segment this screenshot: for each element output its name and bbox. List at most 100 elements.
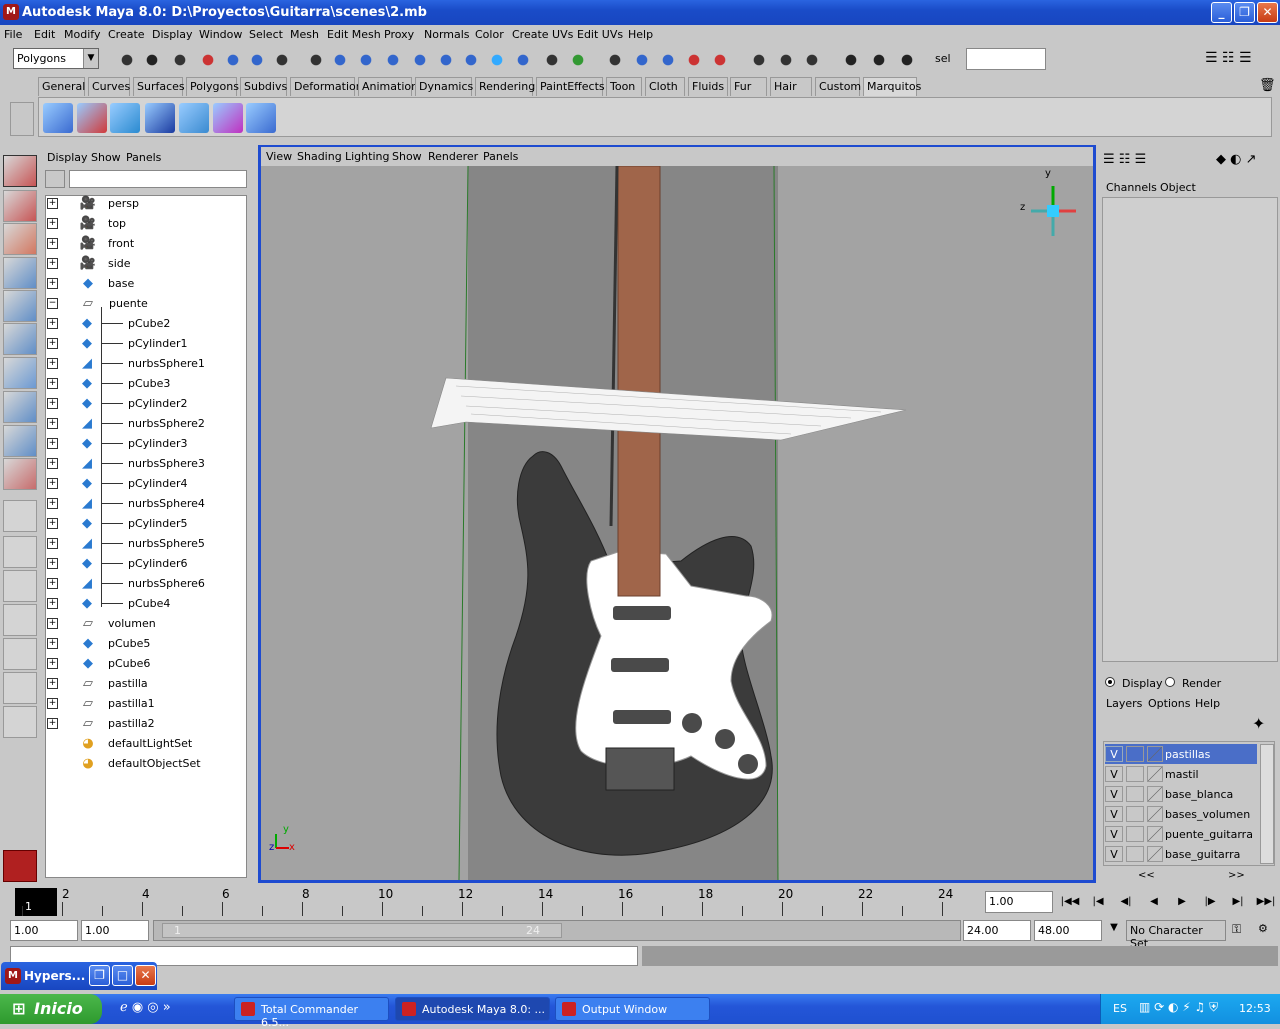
outliner-item[interactable]: pCylinder3 <box>128 437 188 450</box>
expand-toggle[interactable]: + <box>47 498 58 509</box>
outliner-item[interactable]: pCylinder5 <box>128 517 188 530</box>
shelf-tool-icon[interactable] <box>213 103 243 133</box>
menu-object[interactable]: Object <box>1160 181 1196 194</box>
outliner-item[interactable]: top <box>108 217 126 230</box>
outliner-item[interactable]: defaultObjectSet <box>108 757 201 770</box>
menu-layers[interactable]: Layers <box>1106 697 1142 710</box>
outliner-item[interactable]: volumen <box>108 617 156 630</box>
menu-edit-uvs[interactable]: Edit UVs <box>577 28 623 41</box>
viewport-menu-view[interactable]: View <box>266 150 292 163</box>
menu-proxy[interactable]: Proxy <box>384 28 414 41</box>
expand-toggle[interactable]: + <box>47 438 58 449</box>
playback-end-field[interactable]: 24.00 <box>963 920 1031 941</box>
expand-toggle[interactable]: + <box>47 458 58 469</box>
soft-mod-icon[interactable] <box>3 391 37 423</box>
end-time-field[interactable]: 48.00 <box>1034 920 1102 941</box>
shelf-tab-curves[interactable]: Curves <box>88 77 130 96</box>
shelf-tab-rendering[interactable]: Rendering <box>475 77 535 96</box>
taskbar-item[interactable]: Output Window <box>555 997 710 1021</box>
layer-color-swatch[interactable] <box>1147 806 1163 822</box>
outliner-item[interactable]: defaultLightSet <box>108 737 192 750</box>
outliner-item[interactable]: pCube5 <box>108 637 150 650</box>
viewport-menu-show[interactable]: Show <box>392 150 422 163</box>
expand-toggle[interactable]: + <box>47 398 58 409</box>
start-button[interactable]: ⊞ Inicio <box>0 994 102 1024</box>
outliner-item[interactable]: nurbsSphere5 <box>128 537 205 550</box>
toolbar-tool-icon[interactable] <box>605 50 625 70</box>
layer-visibility-toggle[interactable]: V <box>1105 826 1123 842</box>
lasso-tool-icon[interactable] <box>3 190 37 222</box>
toolbar-tool-icon[interactable] <box>632 50 652 70</box>
toolbar-tool-icon[interactable] <box>198 50 218 70</box>
expand-toggle[interactable]: + <box>47 318 58 329</box>
channel-box-layout-icons[interactable]: ☰ ☷ ☰ <box>1103 152 1173 172</box>
play-backwards-icon[interactable]: ◀ <box>1142 892 1166 912</box>
play-forwards-icon[interactable]: ▶ <box>1170 892 1194 912</box>
outliner-item[interactable]: puente <box>109 297 148 310</box>
expand-toggle[interactable]: + <box>47 358 58 369</box>
shelf-tab-toon[interactable]: Toon <box>606 77 642 96</box>
outliner-item[interactable]: pCylinder4 <box>128 477 188 490</box>
layer-type-toggle[interactable] <box>1126 746 1144 762</box>
expand-toggle[interactable]: + <box>47 478 58 489</box>
layer-scrollbar[interactable] <box>1260 744 1274 864</box>
perspective-viewport[interactable]: y z y z x <box>261 166 1093 880</box>
expand-toggle[interactable]: + <box>47 198 58 209</box>
shelf-menu-button[interactable] <box>10 102 34 136</box>
render-radio[interactable] <box>1165 677 1175 687</box>
toolbar-tool-icon[interactable] <box>330 50 350 70</box>
layer-row[interactable]: V base_guitarra <box>1105 844 1257 864</box>
move-tool-icon[interactable] <box>3 257 37 289</box>
toolbar-tool-icon[interactable] <box>897 50 917 70</box>
outliner-menu-panels[interactable]: Panels <box>126 151 161 164</box>
layer-color-swatch[interactable] <box>1147 786 1163 802</box>
layout-preset-icon[interactable] <box>3 672 37 704</box>
toolbar-tool-icon[interactable] <box>436 50 456 70</box>
layout-preset-icon[interactable] <box>3 638 37 670</box>
shelf-tool-icon[interactable] <box>179 103 209 133</box>
range-slider-thumb[interactable] <box>162 923 562 938</box>
display-radio[interactable] <box>1105 677 1115 687</box>
menu-file[interactable]: File <box>4 28 22 41</box>
menu-edit-mesh[interactable]: Edit Mesh <box>327 28 381 41</box>
start-time-field[interactable]: 1.00 <box>10 920 78 941</box>
outliner-item[interactable]: nurbsSphere1 <box>128 357 205 370</box>
channel-list[interactable] <box>1102 197 1278 662</box>
layer-scroll-right[interactable]: >> <box>1228 870 1245 881</box>
layer-visibility-toggle[interactable]: V <box>1105 786 1123 802</box>
shelf-tool-icon[interactable] <box>246 103 276 133</box>
layer-color-swatch[interactable] <box>1147 826 1163 842</box>
outliner-item[interactable]: nurbsSphere6 <box>128 577 205 590</box>
layer-visibility-toggle[interactable]: V <box>1105 766 1123 782</box>
expand-toggle[interactable]: + <box>47 658 58 669</box>
expand-toggle[interactable]: + <box>47 718 58 729</box>
minimize-button[interactable]: _ <box>1211 2 1232 23</box>
toolbar-tool-icon[interactable] <box>513 50 533 70</box>
menu-mesh[interactable]: Mesh <box>290 28 319 41</box>
toolbar-tool-icon[interactable] <box>684 50 704 70</box>
selection-mode-label[interactable]: sel <box>935 52 951 65</box>
layer-row[interactable]: V pastillas <box>1105 744 1257 764</box>
rotate-tool-icon[interactable] <box>3 290 37 322</box>
paint-select-icon[interactable] <box>3 223 37 255</box>
shelf-tab-marquitos[interactable]: Marquitos <box>863 77 921 96</box>
outliner-item[interactable]: persp <box>108 197 139 210</box>
last-tool-icon[interactable] <box>3 458 37 490</box>
shelf-tool-icon[interactable] <box>110 103 140 133</box>
outliner-item[interactable]: nurbsSphere4 <box>128 497 205 510</box>
quick-launch-icons[interactable]: ℯ ◉ ◎ » <box>120 1000 210 1018</box>
outliner-item[interactable]: pastilla1 <box>108 697 155 710</box>
step-forward-key-icon[interactable]: ▶| <box>1226 892 1250 912</box>
chevron-down-icon[interactable]: ▼ <box>1104 922 1124 940</box>
toolbar-tool-icon[interactable] <box>306 50 326 70</box>
menu-modify[interactable]: Modify <box>64 28 100 41</box>
viewport-menu-shading[interactable]: Shading <box>297 150 342 163</box>
layout-preset-icon[interactable] <box>3 500 37 532</box>
expand-toggle[interactable]: + <box>47 538 58 549</box>
toolbar-tool-icon[interactable] <box>802 50 822 70</box>
shelf-tab-subdivs[interactable]: Subdivs <box>240 77 287 96</box>
layer-type-toggle[interactable] <box>1126 786 1144 802</box>
outliner-menu-show[interactable]: Show <box>91 151 121 164</box>
toolbar-tool-icon[interactable] <box>710 50 730 70</box>
outliner-item[interactable]: base <box>108 277 134 290</box>
